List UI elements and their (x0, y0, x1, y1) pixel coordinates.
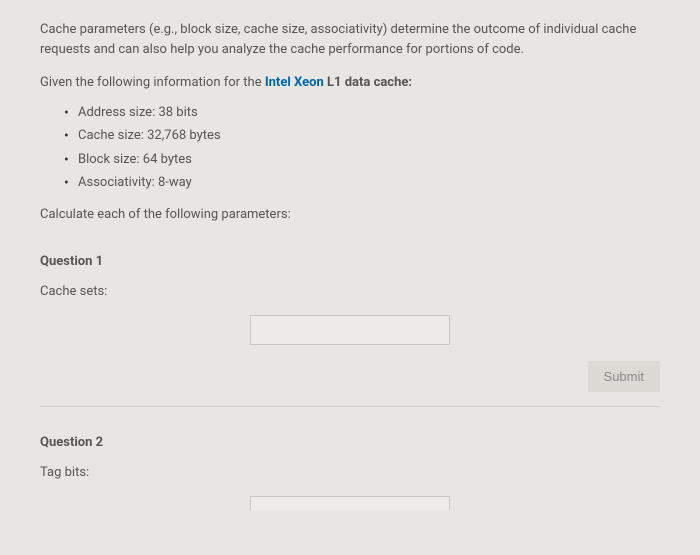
spec-item: Block size: 64 bytes (64, 150, 660, 170)
divider (40, 406, 660, 407)
given-prefix: Given the following information for the (40, 75, 265, 90)
intel-xeon-link[interactable]: Intel Xeon (265, 75, 324, 90)
spec-list: Address size: 38 bits Cache size: 32,768… (40, 103, 660, 193)
question-2-title: Question 2 (40, 433, 660, 453)
spec-item: Cache size: 32,768 bytes (64, 126, 660, 146)
submit-row: Submit (40, 361, 660, 392)
spec-item: Address size: 38 bits (64, 103, 660, 123)
given-info: Given the following information for the … (40, 73, 660, 93)
question-2-block: Question 2 Tag bits: (40, 433, 660, 510)
question-1-title: Question 1 (40, 252, 660, 272)
question-1-label: Cache sets: (40, 282, 660, 302)
cache-bold: L1 data cache: (324, 75, 412, 90)
question-1-input-row (40, 315, 660, 345)
spec-item: Associativity: 8-way (64, 173, 660, 193)
question-1-block: Question 1 Cache sets: Submit (40, 252, 660, 392)
intro-paragraph: Cache parameters (e.g., block size, cach… (40, 20, 660, 59)
submit-button[interactable]: Submit (588, 361, 660, 392)
calculate-instruction: Calculate each of the following paramete… (40, 205, 660, 225)
question-1-input[interactable] (250, 315, 450, 345)
question-2-label: Tag bits: (40, 463, 660, 483)
question-2-input[interactable] (250, 496, 450, 510)
question-2-input-row (40, 496, 660, 510)
